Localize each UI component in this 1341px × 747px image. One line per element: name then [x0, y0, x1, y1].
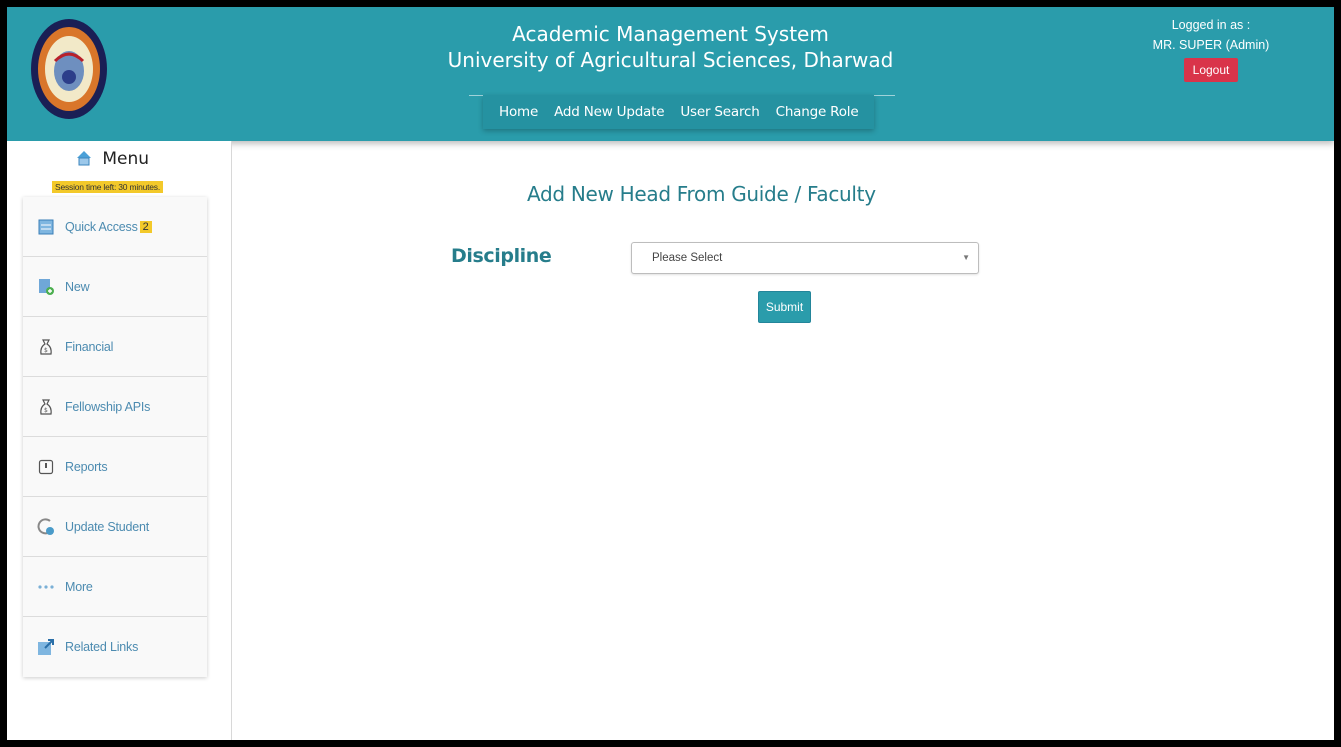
svg-text:$: $ — [44, 347, 48, 354]
sidebar-item-reports[interactable]: Reports — [23, 437, 207, 497]
nav-home[interactable]: Home — [491, 104, 546, 120]
sidebar: Menu Session time left: 30 minutes. Quic… — [7, 141, 232, 740]
more-dots-icon — [37, 578, 55, 596]
logout-button[interactable]: Logout — [1183, 58, 1239, 82]
page-title: Add New Head From Guide / Faculty — [527, 182, 876, 206]
sidebar-item-label: Quick Access — [65, 219, 138, 234]
sidebar-item-label: New — [65, 279, 90, 294]
nav-user-search[interactable]: User Search — [672, 104, 767, 120]
external-link-icon — [37, 638, 55, 656]
sidebar-item-update-student[interactable]: Update Student — [23, 497, 207, 557]
header-bar: Academic Management System University of… — [7, 7, 1334, 141]
discipline-label: Discipline — [451, 245, 552, 267]
sidebar-item-label: Fellowship APIs — [65, 399, 151, 414]
chevron-down-icon: ▼ — [962, 253, 970, 262]
system-title: Academic Management System — [512, 22, 829, 46]
svg-text:$: $ — [44, 407, 48, 414]
sidebar-item-financial[interactable]: $ Financial — [23, 317, 207, 377]
login-info: Logged in as : MR. SUPER (Admin) Logout — [1136, 15, 1286, 82]
sidebar-item-quick-access[interactable]: Quick Access 2 — [23, 197, 207, 257]
sidebar-item-more[interactable]: More — [23, 557, 207, 617]
sidebar-item-related-links[interactable]: Related Links — [23, 617, 207, 677]
session-timer-badge: Session time left: 30 minutes. — [52, 181, 164, 193]
money-bag-icon: $ — [37, 338, 55, 356]
top-nav: Home Add New Update User Search Change R… — [483, 95, 875, 129]
menu-heading: Menu — [7, 149, 217, 172]
sidebar-item-new[interactable]: New — [23, 257, 207, 317]
sidebar-menu: Quick Access 2 New $ Financial $ Fellows… — [23, 197, 207, 677]
money-bag-icon: $ — [37, 398, 55, 416]
title-block: Academic Management System University of… — [7, 21, 1334, 73]
nav-change-role[interactable]: Change Role — [768, 104, 867, 120]
discipline-select[interactable]: Please Select ▼ — [631, 242, 979, 274]
sidebar-item-label: Reports — [65, 459, 108, 474]
sidebar-item-fellowship-apis[interactable]: $ Fellowship APIs — [23, 377, 207, 437]
discipline-select-value: Please Select — [652, 252, 723, 264]
home-icon — [75, 149, 93, 172]
app-frame: Academic Management System University of… — [0, 0, 1341, 747]
menu-title: Menu — [102, 149, 150, 169]
logged-in-label: Logged in as : — [1171, 18, 1251, 32]
quick-access-icon — [37, 218, 55, 236]
submit-button[interactable]: Submit — [758, 291, 811, 323]
quick-access-count-badge: 2 — [139, 220, 152, 233]
university-name: University of Agricultural Sciences, Dha… — [447, 48, 894, 72]
sidebar-item-label: Financial — [65, 339, 114, 354]
logged-in-user: MR. SUPER (Admin) — [1152, 38, 1270, 52]
new-doc-icon — [37, 278, 55, 296]
report-icon — [37, 458, 55, 476]
sidebar-item-label: Update Student — [65, 519, 150, 534]
update-student-icon — [37, 517, 55, 536]
sidebar-item-label: More — [65, 579, 93, 594]
sidebar-item-label: Related Links — [65, 640, 139, 654]
nav-add-new-update[interactable]: Add New Update — [546, 104, 672, 120]
